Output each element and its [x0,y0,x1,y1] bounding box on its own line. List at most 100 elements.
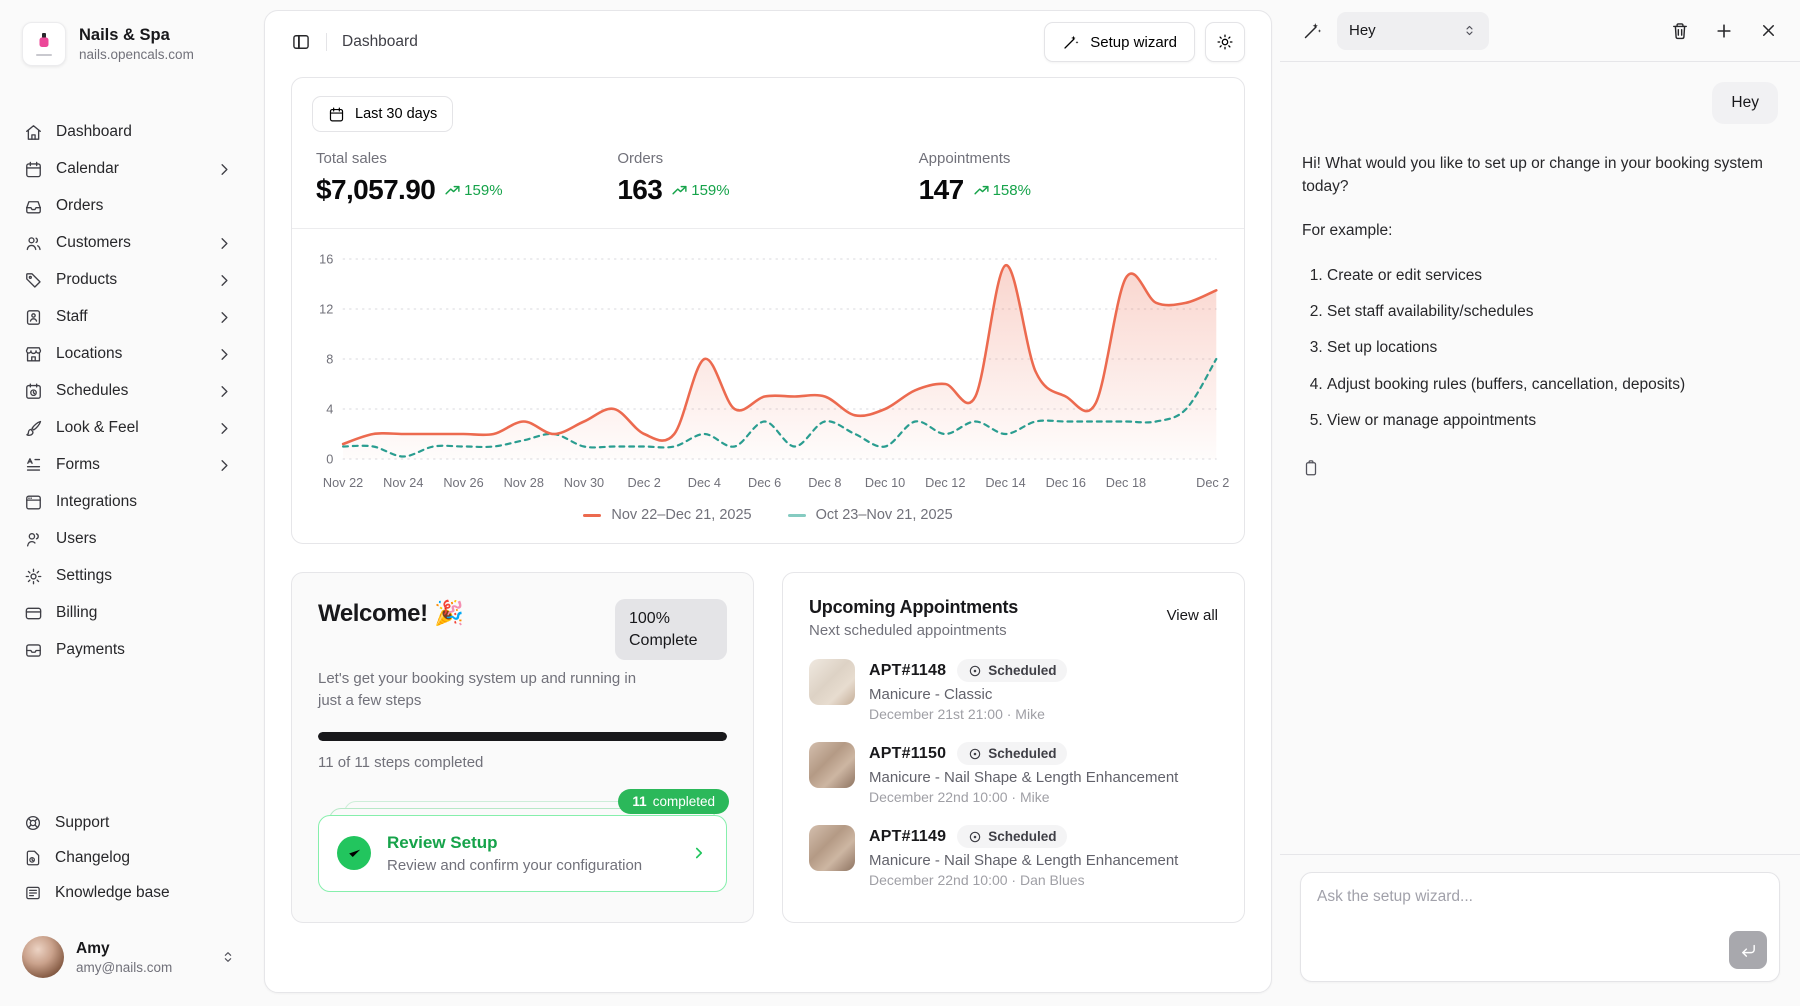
copy-icon[interactable] [1302,459,1320,477]
sidebar-item-label: Dashboard [56,123,132,141]
svg-text:Nov 30: Nov 30 [564,475,604,490]
view-all-link[interactable]: View all [1167,607,1218,624]
clock-dot-icon [968,830,982,844]
appointment-photo [809,825,855,871]
nail-polish-icon [35,32,53,52]
svg-text:4: 4 [326,401,333,416]
calendar-icon [328,106,345,123]
sidebar-item-label: Integrations [56,493,137,511]
appointment-row[interactable]: APT#1148 Scheduled Manicure - Classic De… [809,659,1218,722]
sidebar-item-label: Settings [56,567,112,585]
form-icon [24,456,43,475]
chevron-right-icon [215,308,234,327]
user-name: Amy [76,940,172,958]
sidebar-footer: Support Changelog Knowledge base [16,806,242,910]
legend-swatch [583,514,601,517]
assistant-examples-label: For example: [1302,219,1778,242]
sidebar-item-changelog[interactable]: Changelog [16,841,242,875]
stat-value: 163 [617,174,662,206]
lifebuoy-icon [24,814,42,832]
sidebar-item-label: Billing [56,604,97,622]
status-label: Scheduled [988,663,1056,678]
stat-delta: 159% [671,182,729,199]
customers-icon [24,234,43,253]
brand-logo [22,22,66,66]
chevron-right-icon [215,345,234,364]
chat-input-box [1300,872,1780,982]
sidebar-toggle-icon[interactable] [291,32,311,52]
assistant-list-item: Set staff availability/schedules [1327,300,1778,323]
chevron-right-icon [215,382,234,401]
welcome-subtitle: Let's get your booking system up and run… [318,668,663,712]
sidebar-item-calendar[interactable]: Calendar [16,151,242,187]
chat-footer [1280,854,1800,1006]
sidebar-item-label: Products [56,271,117,289]
sidebar-item-billing[interactable]: Billing [16,595,242,631]
conversation-select[interactable]: Hey [1337,12,1489,50]
new-chat-icon[interactable] [1714,21,1734,41]
sidebar-item-payments[interactable]: Payments [16,632,242,668]
sidebar-item-staff[interactable]: Staff [16,299,242,335]
close-icon[interactable] [1758,21,1778,41]
brand-domain: nails.opencals.com [79,47,194,62]
sidebar-item-label: Orders [56,197,103,215]
status-label: Scheduled [988,829,1056,844]
tag-icon [24,271,43,290]
setup-wizard-label: Setup wizard [1090,34,1177,51]
assistant-list-item: Create or edit services [1327,264,1778,287]
sidebar-item-products[interactable]: Products [16,262,242,298]
appointment-row[interactable]: APT#1150 Scheduled Manicure - Nail Shape… [809,742,1218,805]
sidebar-item-schedules[interactable]: Schedules [16,373,242,409]
stat-delta-value: 158% [993,182,1031,199]
sidebar-item-label: Knowledge base [55,884,170,902]
stat-value: $7,057.90 [316,174,435,206]
stat-total-sales: Total sales $7,057.90 159% [316,150,617,206]
chat-header: Hey [1280,0,1800,62]
sidebar-item-look-feel[interactable]: Look & Feel [16,410,242,446]
chevron-right-icon [215,456,234,475]
store-icon [24,345,43,364]
sidebar-item-locations[interactable]: Locations [16,336,242,372]
main-area: Dashboard Setup wizard Last 30 days [258,0,1280,1006]
date-range-button[interactable]: Last 30 days [312,96,453,132]
setup-wizard-button[interactable]: Setup wizard [1044,22,1195,62]
gear-icon [24,567,43,586]
chevrons-up-down-icon [220,949,236,965]
user-icon [24,530,43,549]
status-badge: Scheduled [957,659,1067,682]
upcoming-appointments-card: Upcoming Appointments Next scheduled app… [782,572,1245,923]
stat-label: Appointments [919,150,1220,167]
trash-icon[interactable] [1670,21,1690,41]
assistant-message: Hi! What would you like to set up or cha… [1302,152,1778,484]
sidebar-item-forms[interactable]: Forms [16,447,242,483]
sidebar-item-knowledge-base[interactable]: Knowledge base [16,876,242,910]
svg-text:Dec 4: Dec 4 [688,475,721,490]
sidebar-item-orders[interactable]: Orders [16,188,242,224]
sidebar-item-integrations[interactable]: Integrations [16,484,242,520]
appointment-service: Manicure - Nail Shape & Length Enhanceme… [869,852,1178,869]
sidebar-item-support[interactable]: Support [16,806,242,840]
svg-text:Dec 2: Dec 2 [628,475,661,490]
sidebar-item-users[interactable]: Users [16,521,242,557]
sidebar-item-label: Calendar [56,160,119,178]
trending-up-icon [973,182,990,199]
sidebar-item-settings[interactable]: Settings [16,558,242,594]
completion-badge: 100% Complete [615,599,727,660]
sidebar-nav: Dashboard Calendar Orders Customers Prod… [16,114,242,668]
stat-label: Orders [617,150,918,167]
sidebar-item-label: Customers [56,234,131,252]
appointment-row[interactable]: APT#1149 Scheduled Manicure - Nail Shape… [809,825,1218,888]
assistant-list-item: Adjust booking rules (buffers, cancellat… [1327,373,1778,396]
chat-input[interactable] [1301,873,1779,981]
file-clock-icon [24,849,42,867]
send-button[interactable] [1729,931,1767,969]
stat-delta: 158% [973,182,1031,199]
appointments-subtitle: Next scheduled appointments [809,622,1018,639]
appointment-datetime: December 22nd 10:00 · Mike [869,789,1178,805]
sidebar-item-customers[interactable]: Customers [16,225,242,261]
welcome-title: Welcome! 🎉 [318,599,464,628]
review-setup-step[interactable]: Review Setup Review and confirm your con… [318,815,727,892]
theme-toggle-button[interactable] [1205,22,1245,62]
sidebar-item-dashboard[interactable]: Dashboard [16,114,242,150]
user-menu[interactable]: Amy amy@nails.com [16,930,242,984]
